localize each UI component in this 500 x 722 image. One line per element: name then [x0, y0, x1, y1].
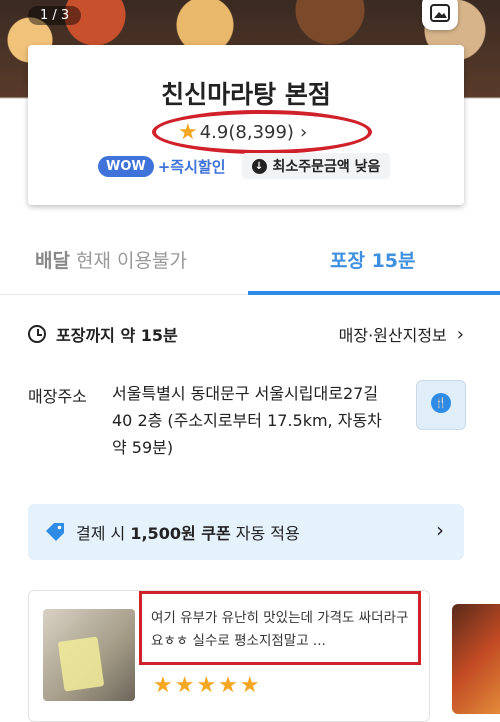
photo-counter: 1 / 3 — [28, 6, 82, 25]
coupon-tag-icon — [46, 523, 64, 541]
rating-value: 4.9 — [199, 121, 229, 143]
coupon-prefix: 결제 시 — [76, 524, 131, 543]
coupon-amount: 1,500원 쿠폰 — [130, 524, 231, 543]
clock-icon — [28, 325, 46, 343]
store-info-label: 매장·원산지정보 — [338, 326, 447, 345]
chevron-right-icon: › — [456, 323, 464, 345]
chevron-right-icon: › — [299, 121, 308, 143]
tab-delivery[interactable]: 배달 현재 이용불가 — [35, 246, 187, 273]
photo-gallery-button[interactable] — [422, 0, 458, 30]
star-icon: ★ — [178, 119, 198, 145]
coupon-banner[interactable]: 결제 시 1,500원 쿠폰 자동 적용 › — [28, 504, 464, 560]
next-review-card[interactable] — [452, 604, 500, 714]
photo-gallery-icon — [430, 4, 450, 22]
map-button[interactable]: 🍴 — [416, 380, 466, 430]
address-label: 매장주소 — [28, 387, 87, 406]
store-name: 친신마라탕 본점 — [161, 80, 331, 109]
wow-badge: WOW — [98, 155, 154, 177]
tab-delivery-label: 배달 — [35, 250, 70, 272]
coupon-text: 결제 시 1,500원 쿠폰 자동 적용 — [76, 520, 300, 544]
review-photo — [43, 609, 135, 701]
coupon-suffix: 자동 적용 — [230, 524, 300, 543]
tab-delivery-status: 현재 이용불가 — [76, 250, 187, 272]
review-text: 여기 유부가 유난히 맛있는데 가격도 싸더라구요ㅎㅎ 실수로 평소지점말고 .… — [151, 610, 409, 649]
badge-row: WOW +즉시할인 ↓ 최소주문금액 낮음 — [98, 153, 391, 179]
min-order-badge: ↓ 최소주문금액 낮음 — [241, 153, 391, 179]
review-stars: ★★★★★ — [153, 673, 262, 698]
review-count: (8,399) — [228, 121, 294, 143]
store-address: 서울특별시 동대문구 서울시립대로27길 40 2층 (주소지로부터 17.5k… — [112, 384, 382, 457]
pickup-time-row: 포장까지 약 15분 — [28, 322, 178, 346]
tab-pickup[interactable]: 포장 15분 — [330, 246, 416, 273]
map-pin-icon: 🍴 — [431, 393, 451, 413]
chevron-right-icon: › — [436, 518, 444, 542]
download-arrow-icon: ↓ — [251, 158, 267, 174]
rating-link[interactable]: ★ 4.9 (8,399) › — [178, 119, 307, 145]
active-tab-indicator — [248, 291, 500, 295]
instant-discount-label: +즉시할인 — [157, 157, 226, 176]
pickup-time-label: 포장까지 약 15분 — [56, 326, 178, 345]
store-header-card: 친신마라탕 본점 ★ 4.9 (8,399) › WOW +즉시할인 ↓ 최소주… — [28, 45, 464, 205]
order-type-tabs: 배달 현재 이용불가 포장 15분 — [0, 230, 500, 295]
min-order-label: 최소주문금액 낮음 — [272, 159, 381, 175]
review-card[interactable]: 여기 유부가 유난히 맛있는데 가격도 싸더라구요ㅎㅎ 실수로 평소지점말고 .… — [28, 590, 430, 722]
store-origin-info-link[interactable]: 매장·원산지정보 › — [339, 322, 464, 346]
